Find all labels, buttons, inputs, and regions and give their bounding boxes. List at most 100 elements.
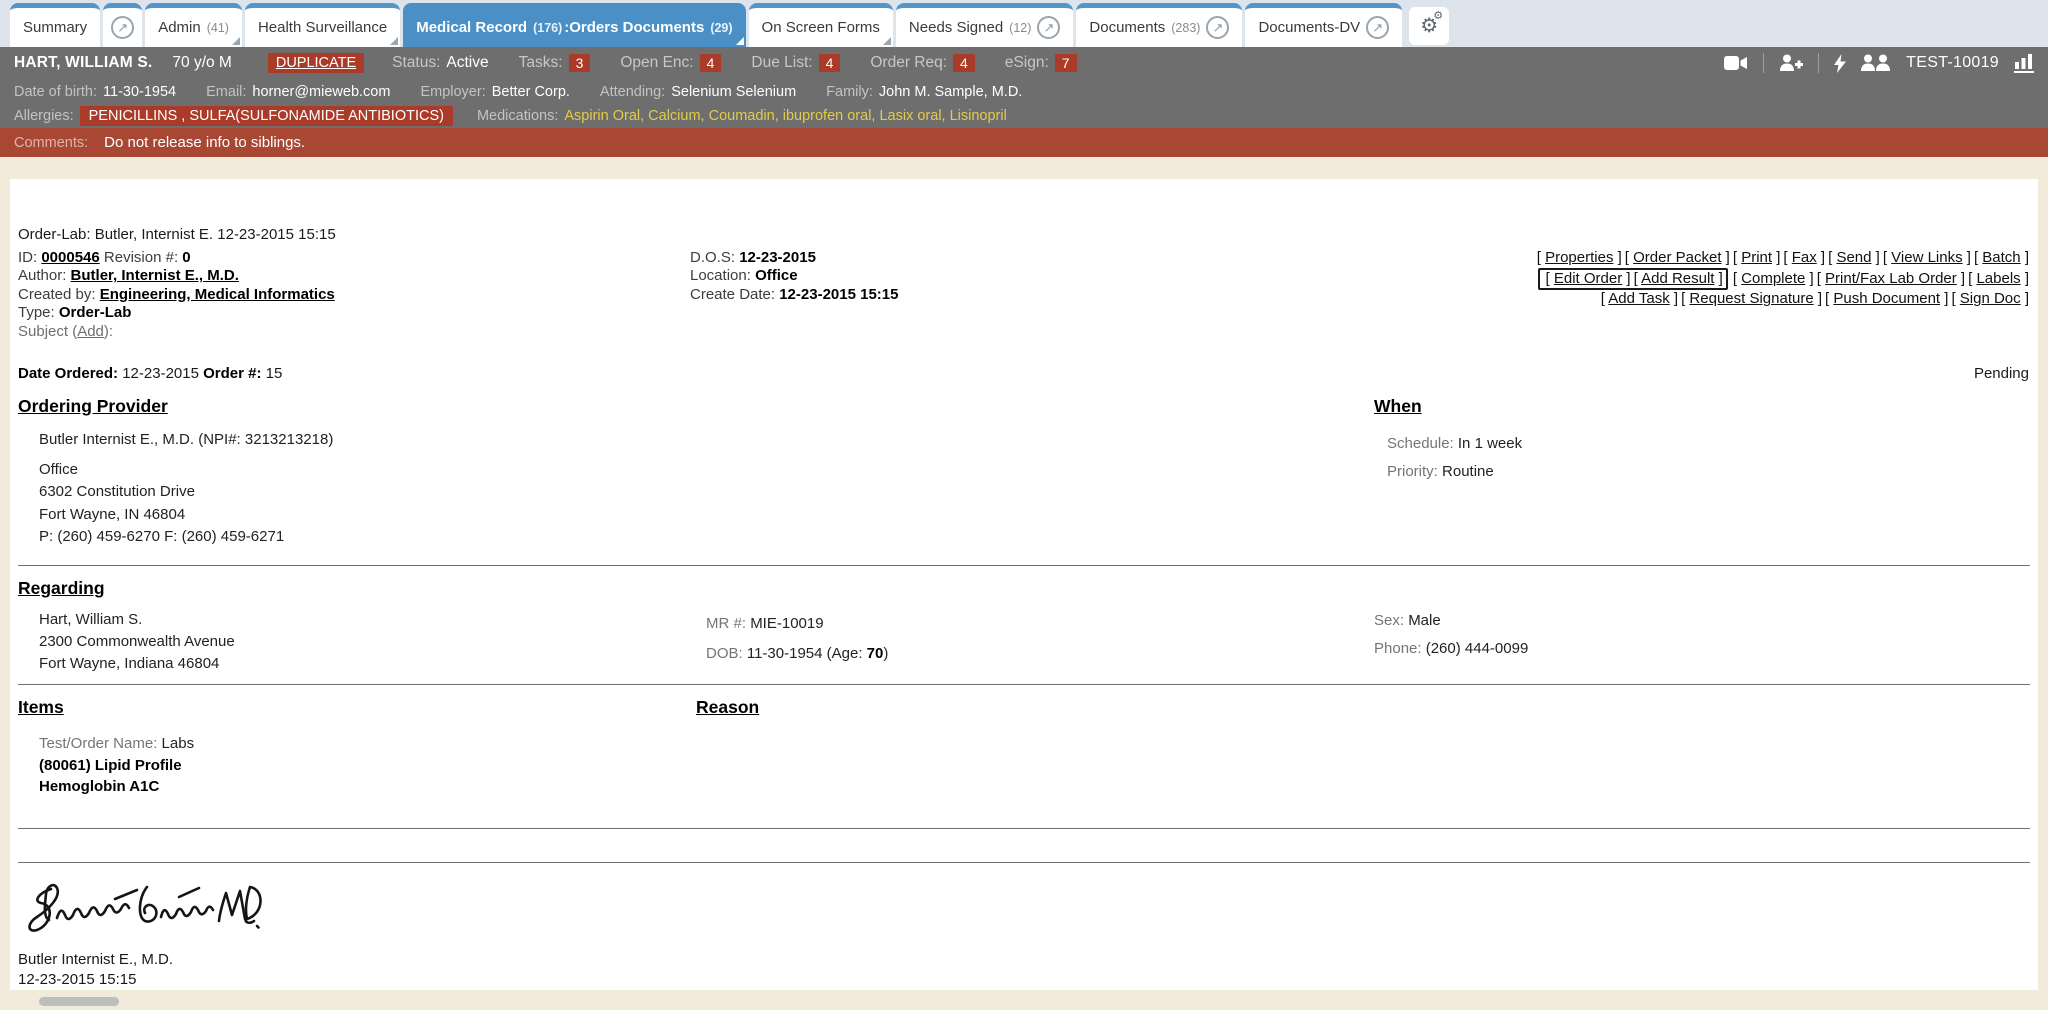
doc-action-request-signature[interactable]: [ Request Signature ] xyxy=(1681,290,1822,307)
subject-add-link[interactable]: Add xyxy=(77,323,104,340)
tab-needs-signed[interactable]: Needs Signed (12) ↗ xyxy=(896,3,1073,47)
system-id: TEST-10019 xyxy=(1906,54,1999,72)
tab-settings-button[interactable]: ⚙ ⚙ xyxy=(1409,7,1449,45)
attending-value: Selenium Selenium xyxy=(671,84,796,100)
order-summary-line: Date Ordered: 12-23-2015 Order #: 15 xyxy=(18,365,282,382)
document-title: Order-Lab: Butler, Internist E. 12-23-20… xyxy=(18,226,336,243)
provider-location: Office xyxy=(39,459,333,482)
phone-value: (260) 444-0099 xyxy=(1426,640,1529,657)
esign-count-badge[interactable]: 7 xyxy=(1055,54,1077,72)
tab-count: (283) xyxy=(1171,21,1200,35)
document-id-link[interactable]: 0000546 xyxy=(41,249,99,266)
doc-action-complete[interactable]: [ Complete ] xyxy=(1733,270,1814,287)
add-person-icon[interactable] xyxy=(1779,54,1803,72)
doc-action-print-fax-lab-order[interactable]: [ Print/Fax Lab Order ] xyxy=(1817,270,1965,287)
tab-health-surveillance[interactable]: Health Surveillance xyxy=(245,3,400,47)
patient-summary-row: HART, WILLIAM S. 70 y/o M DUPLICATE Stat… xyxy=(0,47,2048,79)
doc-action-fax[interactable]: [ Fax ] xyxy=(1783,249,1825,266)
author-link[interactable]: Butler, Internist E., M.D. xyxy=(71,267,239,284)
dos-value: 12-23-2015 xyxy=(739,249,816,266)
sex-label: Sex: xyxy=(1374,612,1404,629)
open-new-window-icon[interactable]: ↗ xyxy=(1037,16,1060,39)
dob-label: DOB: xyxy=(706,645,743,662)
order-item: Hemoglobin A1C xyxy=(39,777,194,798)
regarding-mr-block: MR #: MIE-10019 DOB: 11-30-1954 (Age: 70… xyxy=(706,609,888,668)
tab-medical-record-orders-documents[interactable]: Medical Record (176) :Orders Documents (… xyxy=(403,3,745,47)
attending-label: Attending: xyxy=(600,84,665,100)
allergies-badge[interactable]: PENICILLINS , SULFA(SULFONAMIDE ANTIBIOT… xyxy=(80,106,453,126)
provider-phone-fax: P: (260) 459-6270 F: (260) 459-6271 xyxy=(39,526,333,549)
doc-action-print[interactable]: [ Print ] xyxy=(1733,249,1781,266)
ordering-provider-block: Butler Internist E., M.D. (NPI#: 3213213… xyxy=(39,429,333,549)
patient-name: HART, WILLIAM S. xyxy=(14,54,152,72)
divider xyxy=(1818,53,1819,73)
tab-documents[interactable]: Documents (283) ↗ xyxy=(1076,3,1242,47)
doc-action-add-task[interactable]: [ Add Task ] xyxy=(1601,290,1678,307)
order-number-label: Order #: xyxy=(203,365,261,382)
tab-summary[interactable]: Summary xyxy=(10,3,100,47)
video-visit-icon[interactable] xyxy=(1724,55,1748,71)
tab-summary-popout-button[interactable]: ↗ xyxy=(103,3,142,47)
signature-block: Butler Internist E., M.D. 12-23-2015 15:… xyxy=(18,950,173,989)
test-order-name-label: Test/Order Name: xyxy=(39,735,157,752)
doc-action-labels[interactable]: [ Labels ] xyxy=(1968,270,2029,287)
tab-documents-dv[interactable]: Documents-DV ↗ xyxy=(1245,3,1402,47)
doc-action-sign-doc[interactable]: [ Sign Doc ] xyxy=(1951,290,2029,307)
tab-on-screen-forms[interactable]: On Screen Forms xyxy=(749,3,893,47)
sex-value: Male xyxy=(1408,612,1441,629)
create-date-label: Create Date: xyxy=(690,286,775,303)
patient-allergies-row: Allergies: PENICILLINS , SULFA(SULFONAMI… xyxy=(0,104,2048,128)
tab-label: Admin xyxy=(158,19,201,36)
priority-label: Priority: xyxy=(1387,463,1438,480)
order-req-label: Order Req: xyxy=(870,54,947,72)
reason-heading: Reason xyxy=(696,697,759,718)
created-by-link[interactable]: Engineering, Medical Informatics xyxy=(100,286,335,303)
document-action-links: [ Properties ][ Order Packet ][ Print ][… xyxy=(1534,249,2029,309)
patient-chart-tab-bar: Summary ↗ Admin (41) Health Surveillance… xyxy=(0,0,2048,47)
tab-label: Documents xyxy=(1089,19,1165,36)
doc-action-send[interactable]: [ Send ] xyxy=(1828,249,1880,266)
family-label: Family: xyxy=(826,84,873,100)
doc-action-push-document[interactable]: [ Push Document ] xyxy=(1825,290,1948,307)
order-status: Pending xyxy=(1974,365,2029,382)
doc-action-order-packet[interactable]: [ Order Packet ] xyxy=(1625,249,1730,266)
tasks-count-badge[interactable]: 3 xyxy=(569,54,591,72)
section-divider xyxy=(18,828,2030,829)
open-new-window-icon[interactable]: ↗ xyxy=(1366,16,1389,39)
order-number-value: 15 xyxy=(266,365,283,382)
tab-subcount: (29) xyxy=(710,21,732,35)
when-heading: When xyxy=(1374,396,1422,417)
flowsheet-chart-icon[interactable] xyxy=(2014,54,2034,73)
tab-admin[interactable]: Admin (41) xyxy=(145,3,242,47)
regarding-patient-block: Hart, William S. 2300 Commonwealth Avenu… xyxy=(39,609,235,674)
patients-icon[interactable] xyxy=(1861,54,1891,72)
order-req-count-badge[interactable]: 4 xyxy=(953,54,975,72)
items-heading: Items xyxy=(18,697,64,718)
doc-action-view-links[interactable]: [ View Links ] xyxy=(1883,249,1971,266)
divider xyxy=(1763,53,1764,73)
comments-value: Do not release info to siblings. xyxy=(104,134,305,151)
open-enc-count-badge[interactable]: 4 xyxy=(700,54,722,72)
due-list-count-badge[interactable]: 4 xyxy=(819,54,841,72)
dob-value: 11-30-1954 (Age: xyxy=(747,645,867,662)
allergies-label: Allergies: xyxy=(14,108,74,124)
lightning-bolt-icon[interactable] xyxy=(1834,54,1846,73)
medications-list[interactable]: Aspirin Oral, Calcium, Coumadin, ibuprof… xyxy=(564,108,1006,124)
dob-close: ) xyxy=(883,645,888,662)
doc-action-edit-order[interactable]: [ Edit Order ] xyxy=(1546,270,1631,287)
document-meta-left: ID: 0000546 Revision #: 0 Author: Butler… xyxy=(18,249,335,341)
due-list-label: Due List: xyxy=(751,54,812,72)
status-value: Active xyxy=(446,54,488,72)
horizontal-scrollbar-thumb[interactable] xyxy=(39,997,119,1006)
duplicate-badge[interactable]: DUPLICATE xyxy=(268,53,364,73)
doc-action-batch[interactable]: [ Batch ] xyxy=(1974,249,2029,266)
tab-label: Medical Record xyxy=(416,19,527,36)
esign-label: eSign: xyxy=(1005,54,1049,72)
employer-value: Better Corp. xyxy=(492,84,570,100)
open-new-window-icon[interactable]: ↗ xyxy=(1206,16,1229,39)
items-block: Test/Order Name: Labs (80061) Lipid Prof… xyxy=(39,735,194,797)
gear-small-icon: ⚙ xyxy=(1433,11,1443,22)
type-value: Order-Lab xyxy=(59,304,132,321)
doc-action-add-result[interactable]: [ Add Result ] xyxy=(1634,270,1723,287)
doc-action-properties[interactable]: [ Properties ] xyxy=(1537,249,1622,266)
